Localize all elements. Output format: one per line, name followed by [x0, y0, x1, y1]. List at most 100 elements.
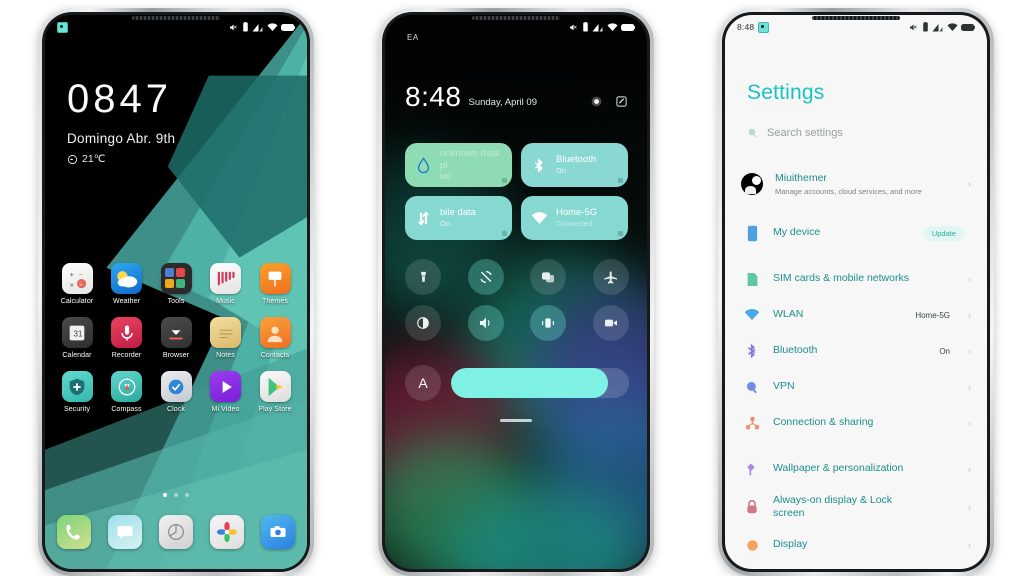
app-label: Compass — [111, 406, 142, 413]
tile-subtitle: On — [556, 166, 567, 176]
settings-item-wlan[interactable]: WLAN Home-5G › — [725, 297, 987, 333]
settings-item-label: VPN — [773, 380, 795, 393]
app-notes[interactable]: Notes — [204, 317, 248, 359]
status-right — [909, 22, 975, 32]
mi-browser-icon[interactable] — [159, 515, 193, 549]
battery-icon — [961, 23, 975, 31]
phone-control-center: EA 8:48 Sunday, April 09 unknown data pl… — [378, 8, 654, 576]
auto-brightness-icon[interactable]: A — [405, 365, 441, 401]
app-music[interactable]: Music — [204, 263, 248, 305]
app-browser[interactable]: Browser — [154, 317, 198, 359]
earpiece-speaker — [472, 16, 560, 20]
app-label: Play Store — [258, 406, 292, 413]
browser-icon — [160, 317, 192, 348]
battery-saver-icon — [582, 22, 588, 32]
tile-subtitle: On — [440, 219, 451, 229]
app-row: Security Compass Clock Mi Video Play Sto… — [55, 371, 297, 413]
home-indicator[interactable] — [500, 419, 532, 422]
chevron-right-icon: › — [968, 346, 971, 356]
update-badge[interactable]: Update — [922, 225, 965, 241]
app-grid: + − × ÷ Calculator Weather Tools Music T… — [55, 263, 297, 413]
screen-record-icon[interactable] — [592, 305, 629, 341]
search-settings-field[interactable]: Search settings — [747, 127, 969, 139]
app-recorder[interactable]: Recorder — [105, 317, 149, 359]
wlan-icon — [743, 306, 761, 324]
wifi-icon — [267, 22, 277, 31]
home-dock — [57, 515, 295, 549]
chevron-right-icon: › — [968, 179, 971, 189]
settings-item-bluetooth[interactable]: Bluetooth On › — [725, 333, 987, 369]
page-indicator — [45, 493, 307, 497]
app-tools[interactable]: Tools — [154, 263, 198, 305]
mobile-data-icon — [414, 209, 432, 227]
notes-icon — [210, 317, 241, 348]
app-security[interactable]: Security — [55, 371, 99, 413]
camera-icon[interactable] — [261, 515, 295, 549]
tile-bluetooth[interactable]: Bluetooth On — [521, 143, 628, 187]
flashlight-icon[interactable] — [405, 259, 441, 295]
tile-subtitle: Connected — [556, 219, 593, 229]
settings-item-connection-sharing[interactable]: Connection & sharing › — [725, 405, 987, 441]
settings-item-wallpaper[interactable]: Wallpaper & personalization › — [725, 451, 987, 487]
tile-mobile-data[interactable]: bile data On — [405, 196, 512, 240]
chevron-right-icon: › — [968, 382, 971, 392]
app-themes[interactable]: Themes — [253, 263, 297, 305]
wifi-icon — [947, 22, 957, 31]
status-left — [57, 21, 68, 33]
tile-wifi[interactable]: Home-5G Connected — [521, 196, 628, 240]
app-mi-video[interactable]: Mi Video — [204, 371, 248, 413]
app-compass[interactable]: Compass — [105, 371, 149, 413]
app-contacts[interactable]: Contacts — [253, 317, 297, 359]
app-row: + − × ÷ Calculator Weather Tools Music T… — [55, 263, 297, 305]
vibrate-icon[interactable] — [530, 305, 567, 341]
app-calendar[interactable]: 31 Calendar — [55, 317, 99, 359]
gallery-icon[interactable] — [210, 515, 244, 549]
page-dot[interactable] — [185, 493, 189, 497]
settings-item-sim-cards[interactable]: SIM cards & mobile networks › — [725, 261, 987, 297]
recorder-icon — [111, 317, 142, 348]
battery-icon — [621, 23, 635, 31]
tile-data-plan[interactable]: unknown data pl M0 — [405, 143, 512, 187]
power-icon[interactable] — [589, 94, 604, 109]
settings-item-label: Bluetooth — [773, 344, 818, 357]
svg-text:÷: ÷ — [79, 281, 83, 288]
app-calculator[interactable]: + − × ÷ Calculator — [55, 263, 99, 305]
display-icon — [743, 536, 761, 554]
settings-item-my-device[interactable]: My device Update — [725, 215, 987, 251]
battery-icon — [281, 23, 295, 31]
tile-subtitle: M0 — [440, 172, 451, 182]
app-play-store[interactable]: Play Store — [253, 371, 297, 413]
settings-item-display[interactable]: Display › — [725, 527, 987, 563]
app-weather[interactable]: Weather — [105, 263, 149, 305]
rotation-lock-icon[interactable] — [467, 259, 504, 295]
mute-icon — [570, 24, 577, 30]
tile-corner-marker — [618, 231, 623, 236]
cast-icon[interactable] — [530, 259, 567, 295]
status-right — [229, 22, 295, 32]
chevron-right-icon: › — [968, 464, 971, 474]
settings-item-always-on-display[interactable]: Always-on display & Lock screen › — [725, 487, 987, 527]
settings-item-vpn[interactable]: VPN › — [725, 369, 987, 405]
clock-icon — [160, 371, 192, 402]
battery-saver-icon — [242, 22, 248, 32]
settings-item-label: Miuithemer — [775, 171, 827, 184]
messages-icon[interactable] — [108, 515, 142, 549]
sound-icon[interactable] — [467, 305, 504, 341]
quick-settings-tiles: unknown data pl M0 Bluetooth On bile dat… — [405, 143, 629, 240]
app-label: Security — [63, 406, 91, 413]
page-dot[interactable] — [174, 493, 178, 497]
svg-text:×: × — [70, 280, 74, 289]
settings-item-label: Always-on display & Lock screen — [773, 493, 893, 519]
settings-item-miuithemer[interactable]: Miuithemer Manage accounts, cloud servic… — [725, 163, 987, 205]
edit-icon[interactable] — [614, 94, 629, 109]
tile-title: Home-5G — [556, 207, 598, 219]
search-placeholder: Search settings — [767, 127, 843, 139]
app-clock[interactable]: Clock — [154, 371, 198, 413]
dark-mode-icon[interactable] — [405, 305, 441, 341]
brightness-slider[interactable] — [451, 368, 629, 398]
clock-time: 0847 — [67, 77, 172, 121]
airplane-icon[interactable] — [592, 259, 629, 295]
page-dot-active[interactable] — [163, 493, 167, 497]
phone-dialer-icon[interactable] — [57, 515, 91, 549]
control-center-header: 8:48 Sunday, April 09 — [405, 83, 629, 111]
